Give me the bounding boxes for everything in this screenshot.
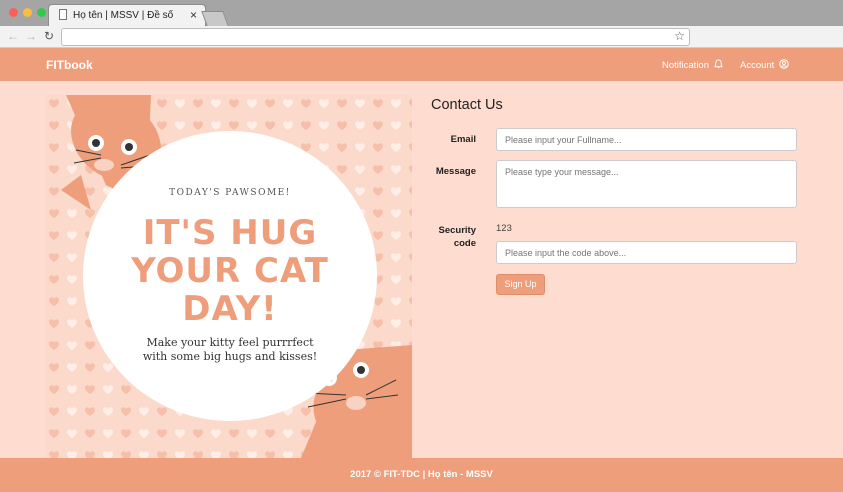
poster-headline-line: DAY! (182, 289, 278, 329)
close-window-button[interactable] (9, 8, 18, 17)
message-field[interactable] (496, 160, 797, 208)
brand-logo[interactable]: FITbook (46, 58, 93, 72)
site-navbar: FITbook Notification Account (0, 48, 843, 81)
email-label: Email (450, 134, 476, 145)
address-bar[interactable]: ☆ (61, 28, 690, 46)
poster-headline-line: YOUR CAT (131, 251, 329, 291)
poster-headline: IT'S HUG YOUR CAT DAY! (110, 214, 350, 328)
poster-tagline: TODAY'S PAWSOME! (169, 188, 291, 198)
maximize-window-button[interactable] (37, 8, 46, 17)
contact-title: Contact Us (431, 97, 503, 113)
poster-subtext-line: Make your kitty feel purrrfect (146, 336, 314, 349)
security-code-field[interactable] (496, 241, 797, 264)
back-icon[interactable]: ← (7, 29, 19, 43)
security-label-line: code (453, 238, 476, 249)
account-link[interactable]: Account (740, 59, 789, 71)
bookmark-star-icon[interactable]: ☆ (674, 29, 685, 43)
message-label: Message (435, 166, 476, 177)
user-circle-icon (779, 59, 789, 69)
browser-tab-bar: Họ tên | MSSV | Đề số × (0, 0, 843, 26)
new-tab-button[interactable] (201, 11, 229, 26)
bell-icon (713, 59, 723, 69)
forward-icon[interactable]: → (25, 29, 37, 43)
poster-subtext: Make your kitty feel purrrfect with some… (120, 336, 340, 364)
email-field[interactable] (496, 128, 797, 151)
account-label: Account (740, 60, 775, 71)
document-icon (59, 9, 67, 20)
notification-label: Notification (662, 60, 709, 71)
tab-close-icon[interactable]: × (190, 8, 197, 22)
minimize-window-button[interactable] (23, 8, 32, 17)
poster-subtext-line: with some big hugs and kisses! (142, 350, 318, 363)
footer-text: 2017 © FIT-TDC | Họ tên - MSSV (350, 469, 493, 480)
reload-icon[interactable]: ↻ (44, 29, 54, 43)
browser-tab[interactable]: Họ tên | MSSV | Đề số × (48, 4, 206, 26)
tab-title: Họ tên | MSSV | Đề số (73, 10, 174, 21)
sign-up-button[interactable]: Sign Up (496, 274, 545, 295)
security-label-line: Security (438, 225, 477, 236)
security-code-value: 123 (496, 223, 512, 234)
site-footer: 2017 © FIT-TDC | Họ tên - MSSV (0, 458, 843, 492)
poster-headline-line: IT'S HUG (142, 213, 318, 253)
notification-link[interactable]: Notification (662, 59, 723, 71)
security-code-label: Security code (386, 224, 477, 250)
